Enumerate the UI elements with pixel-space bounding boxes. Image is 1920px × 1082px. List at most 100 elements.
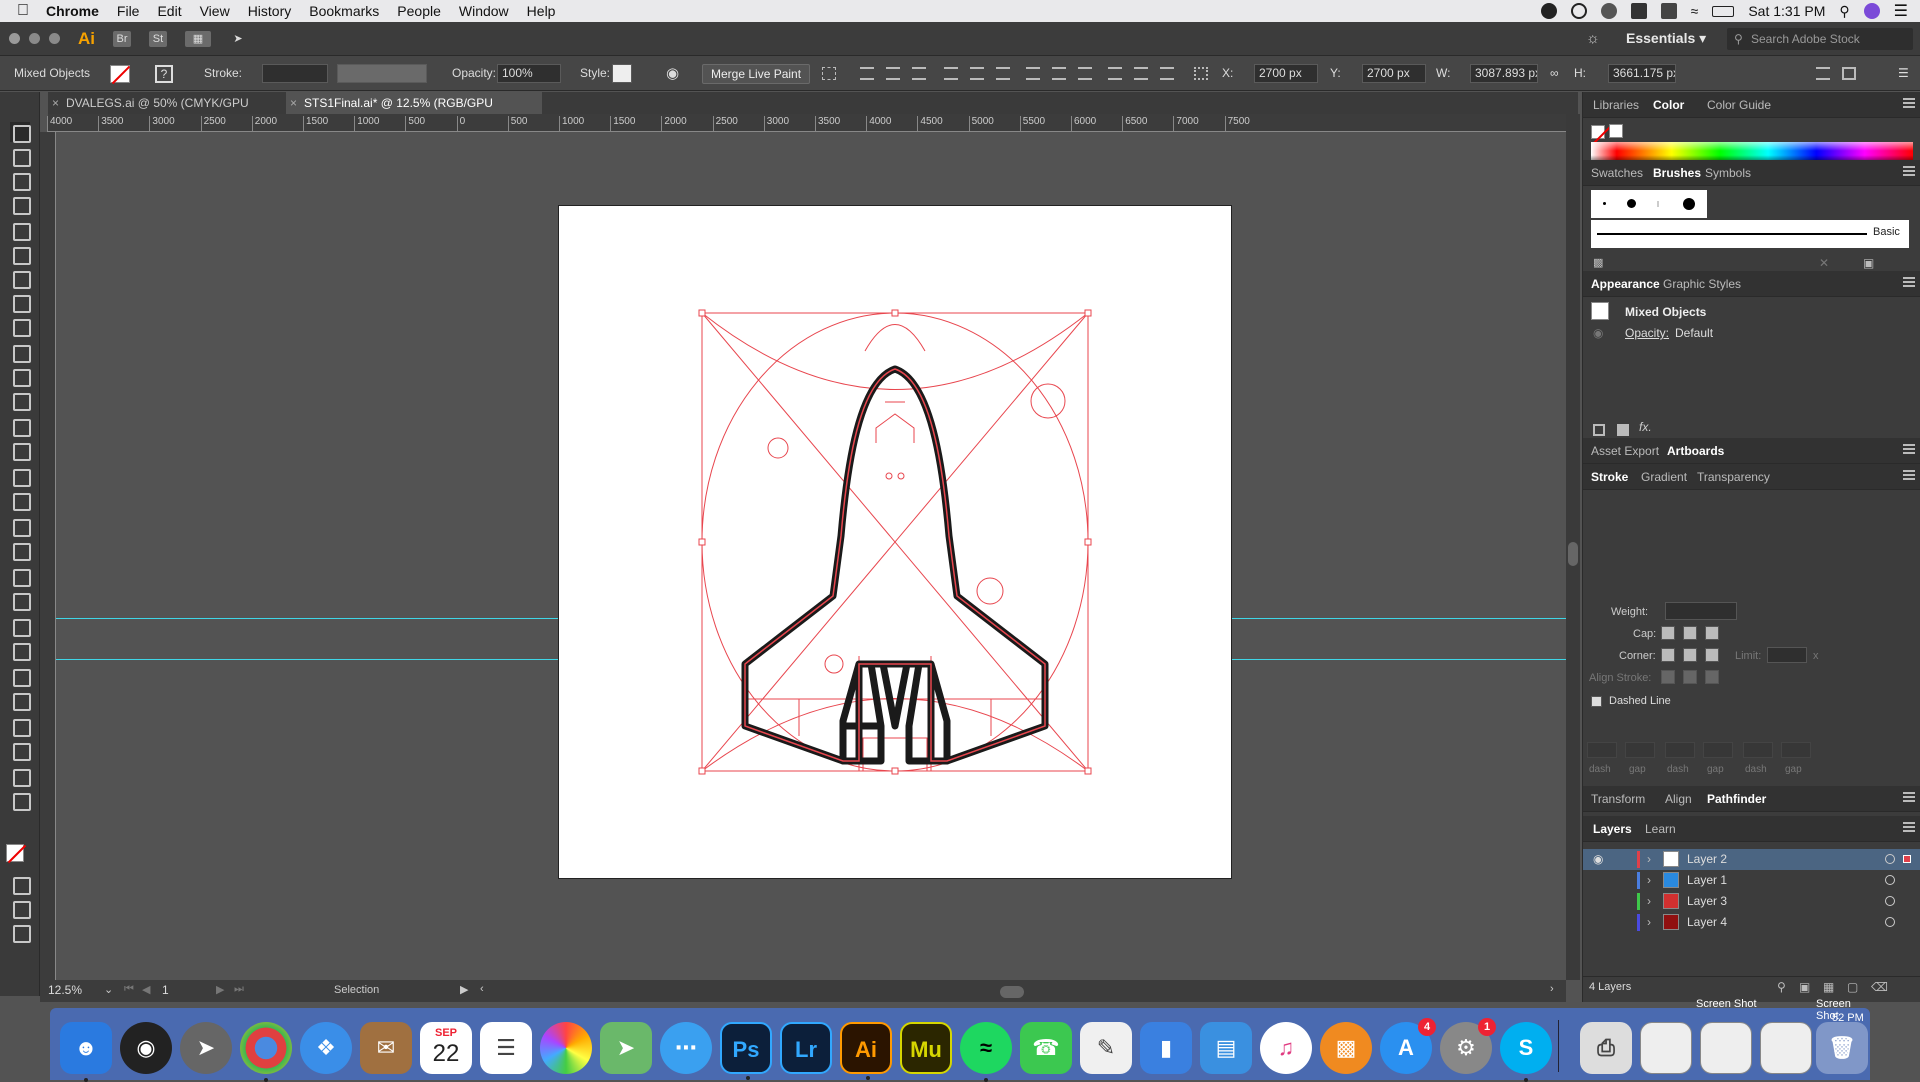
menubar-clock[interactable]: Sat 1:31 PM: [1748, 3, 1825, 19]
close-tab-icon[interactable]: ×: [52, 92, 59, 114]
menu-people[interactable]: People: [397, 3, 441, 19]
reminders-icon[interactable]: ☰: [480, 1022, 532, 1074]
add-fill-icon[interactable]: [1617, 424, 1629, 436]
illustrator-dock-icon[interactable]: Ai: [840, 1022, 892, 1080]
tab-appearance[interactable]: Appearance: [1591, 271, 1660, 297]
y-position-field[interactable]: 2700 px: [1362, 64, 1426, 83]
menu-view[interactable]: View: [200, 3, 230, 19]
panel-menu-icon[interactable]: [1903, 166, 1915, 176]
variable-width-profile[interactable]: [337, 64, 427, 83]
brush-dot-large[interactable]: [1683, 198, 1695, 210]
stroke-white-swatch[interactable]: [1609, 124, 1623, 138]
control-bar-menu-icon[interactable]: ☰: [1898, 56, 1909, 91]
align-stroke-outside-icon[interactable]: [1705, 670, 1719, 684]
status-icon[interactable]: [1540, 3, 1557, 19]
numbers-icon[interactable]: ▮: [1140, 1022, 1192, 1074]
distribute-top-icon[interactable]: [1026, 67, 1040, 80]
brush-dot-small[interactable]: [1603, 202, 1606, 205]
brush-dot-medium[interactable]: [1627, 199, 1636, 208]
tab-dvalegs[interactable]: × DVALEGS.ai @ 50% (CMYK/GPU Preview): [48, 92, 284, 132]
chrome-icon[interactable]: [240, 1022, 292, 1082]
width-field[interactable]: 3087.893 px: [1470, 64, 1538, 83]
layer-target-icon[interactable]: [1885, 917, 1895, 927]
distribute-left-icon[interactable]: [1108, 67, 1122, 80]
align-stroke-inside-icon[interactable]: [1683, 670, 1697, 684]
tab-libraries[interactable]: Libraries: [1593, 92, 1639, 118]
screen-mode-icon[interactable]: [10, 922, 31, 943]
menubar-app-name[interactable]: Chrome: [46, 3, 99, 19]
miter-limit-input[interactable]: [1767, 647, 1807, 663]
screenshot-file-icon[interactable]: [1640, 1022, 1692, 1074]
column-graph-tool-icon[interactable]: [10, 690, 31, 711]
prev-artboard-icon[interactable]: ◀: [142, 983, 150, 996]
new-sublayer-icon[interactable]: ▦: [1823, 980, 1834, 994]
tab-brushes[interactable]: Brushes: [1653, 160, 1701, 186]
wifi-icon[interactable]: ≈: [1691, 3, 1699, 19]
artboard-number-field[interactable]: 1: [158, 982, 208, 1000]
current-tool-label[interactable]: Selection: [334, 984, 379, 996]
gap-input-2[interactable]: [1703, 742, 1733, 758]
tab-layers[interactable]: Layers: [1593, 816, 1632, 842]
new-brush-icon[interactable]: ▣: [1863, 256, 1874, 270]
muse-icon[interactable]: Mu: [900, 1022, 952, 1074]
distribute-right-icon[interactable]: [1160, 67, 1174, 80]
gap-input-1[interactable]: [1625, 742, 1655, 758]
pen-tool-icon[interactable]: [10, 220, 31, 241]
line-tool-icon[interactable]: [10, 292, 31, 313]
opacity-field[interactable]: 100%: [497, 64, 561, 83]
vertical-scrollbar[interactable]: [1566, 114, 1580, 980]
graphic-style-swatch[interactable]: [612, 64, 632, 83]
butt-cap-icon[interactable]: [1661, 626, 1675, 640]
delete-brush-icon[interactable]: ✕: [1819, 256, 1829, 270]
bridge-button[interactable]: Br: [113, 30, 131, 47]
locate-object-icon[interactable]: ⚲: [1777, 980, 1786, 994]
visibility-eye-icon[interactable]: ◉: [1593, 326, 1603, 340]
menu-bookmarks[interactable]: Bookmarks: [309, 3, 379, 19]
expand-layer-chevron-icon[interactable]: ›: [1647, 915, 1651, 929]
eyedropper-tool-icon[interactable]: [10, 616, 31, 637]
tab-align[interactable]: Align: [1665, 786, 1692, 812]
tab-color[interactable]: Color: [1653, 92, 1684, 118]
skype-icon[interactable]: S: [1500, 1022, 1552, 1082]
basic-brush-row[interactable]: Basic: [1591, 220, 1909, 248]
free-transform-tool-icon[interactable]: [10, 490, 31, 511]
miter-join-icon[interactable]: [1661, 648, 1675, 662]
screenshot-file-icon-2[interactable]: [1700, 1022, 1752, 1074]
selection-tool-icon[interactable]: [10, 122, 31, 143]
fill-none-swatch[interactable]: [1591, 124, 1605, 139]
symbol-sprayer-tool-icon[interactable]: [10, 666, 31, 687]
zoom-dropdown-icon[interactable]: ⌄: [104, 983, 113, 996]
spotlight-search-icon[interactable]: ⚲: [1839, 3, 1849, 20]
stock-button[interactable]: St: [149, 30, 167, 47]
siri-icon[interactable]: [1863, 3, 1880, 19]
lightbulb-icon[interactable]: ☼: [1586, 30, 1600, 47]
layer-name[interactable]: Layer 2: [1687, 852, 1727, 866]
rotate-tool-icon[interactable]: [10, 416, 31, 437]
safari-icon[interactable]: ❖: [300, 1022, 352, 1074]
layer-row-layer-4[interactable]: › Layer 4: [1583, 912, 1920, 933]
artboard[interactable]: [558, 205, 1232, 879]
delete-layer-icon[interactable]: ⌫: [1871, 980, 1888, 994]
close-tab-icon[interactable]: ×: [290, 92, 297, 114]
align-stroke-center-icon[interactable]: [1661, 670, 1675, 684]
panel-menu-icon[interactable]: [1903, 822, 1915, 832]
system-preferences-icon[interactable]: ⚙ 1: [1440, 1018, 1496, 1074]
stroke-swatch[interactable]: ?: [155, 56, 173, 91]
tab-stroke[interactable]: Stroke: [1591, 464, 1628, 490]
canvas-area[interactable]: [56, 132, 1566, 980]
pages-icon[interactable]: ✎: [1080, 1022, 1132, 1074]
window-minimize-button[interactable]: [29, 33, 40, 44]
last-artboard-icon[interactable]: ⏭: [234, 983, 244, 996]
align-left-icon[interactable]: [860, 67, 874, 80]
height-field[interactable]: 3661.175 px: [1608, 64, 1676, 83]
apple-icon[interactable]: : [0, 2, 46, 20]
layer-target-icon[interactable]: [1885, 896, 1895, 906]
tab-artboards[interactable]: Artboards: [1667, 438, 1724, 464]
horizontal-scroll-thumb[interactable]: [1000, 986, 1024, 998]
workspace-switcher[interactable]: Essentials ▾: [1626, 30, 1706, 47]
window-zoom-button[interactable]: [49, 33, 60, 44]
scroll-left-icon[interactable]: ‹: [480, 983, 484, 995]
drawing-mode-icon[interactable]: [10, 898, 31, 919]
vertical-scroll-thumb[interactable]: [1568, 542, 1578, 566]
perspective-grid-tool-icon[interactable]: [10, 540, 31, 561]
